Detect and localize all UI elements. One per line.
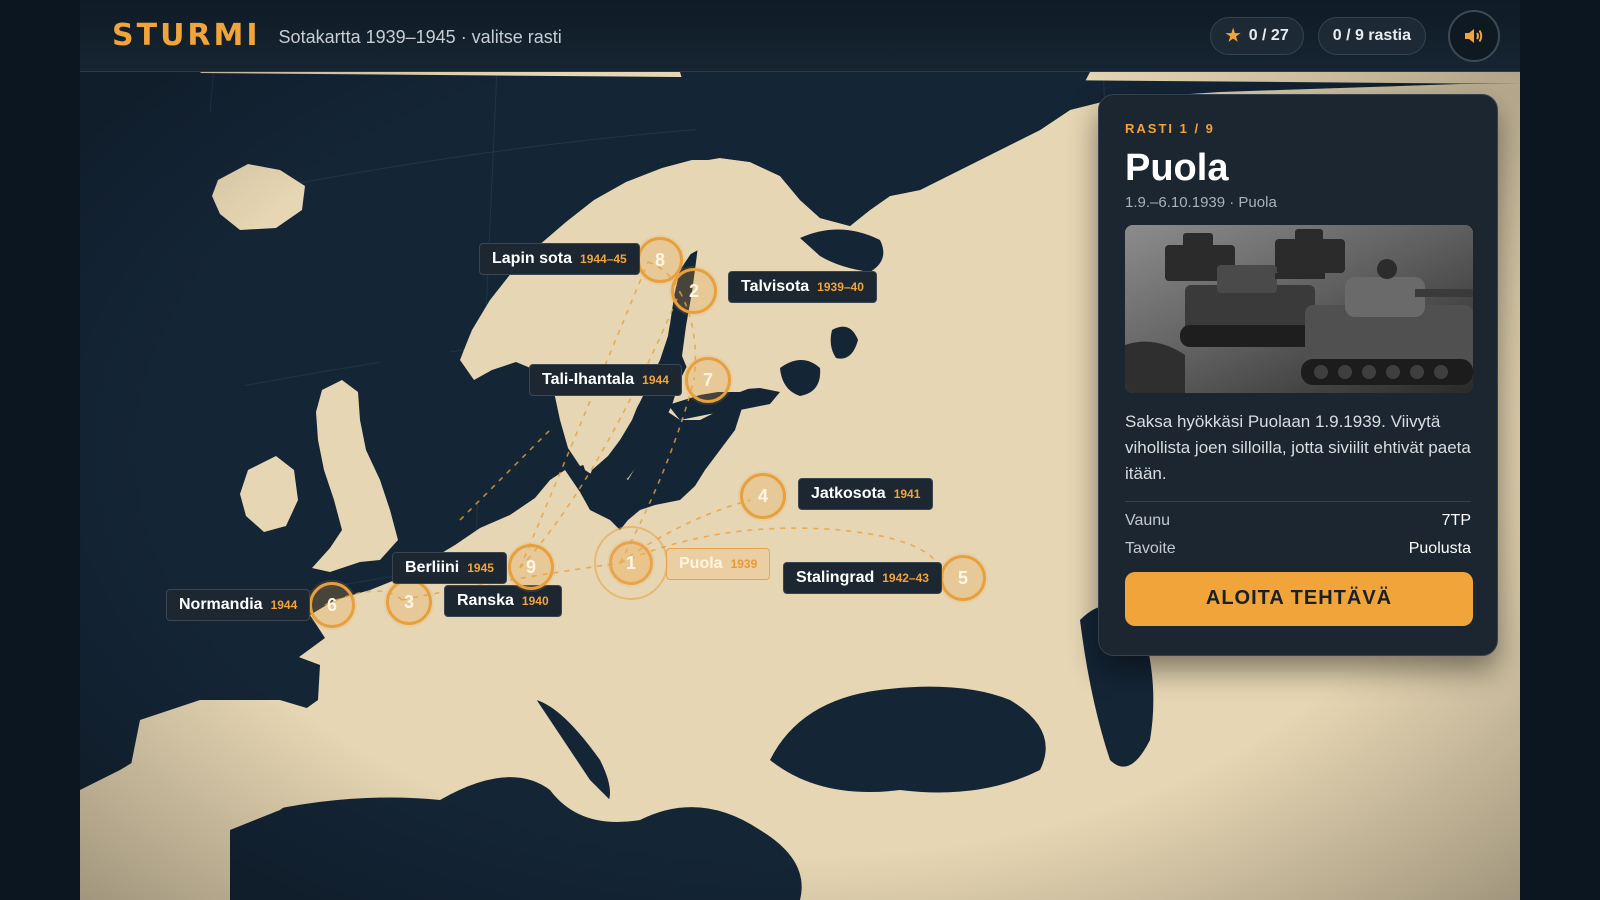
tag-label: Stalingrad xyxy=(796,569,875,586)
tag-berliini[interactable]: Berliini 1945 xyxy=(392,552,507,584)
tank-photo-image xyxy=(1125,224,1473,393)
tank-photo xyxy=(1125,224,1473,393)
tag-label: Talvisota xyxy=(741,278,810,295)
tag-normandia[interactable]: Normandia 1944 xyxy=(166,589,311,621)
tag-label: Berliini xyxy=(405,559,460,576)
tag-stalingrad[interactable]: Stalingrad 1942–43 xyxy=(783,562,942,594)
page-subtitle: Sotakartta 1939–1945 · valitse rasti xyxy=(278,27,562,47)
tag-label: Tali-Ihantala xyxy=(542,371,635,388)
tag-lapin-sota[interactable]: Lapin sota 1944–45 xyxy=(479,243,640,275)
tag-year: 1944–45 xyxy=(580,252,627,266)
mission-description: Saksa hyökkäsi Puolaan 1.9.1939. Viivytä… xyxy=(1125,411,1471,483)
marker-3[interactable]: 3 xyxy=(386,579,432,625)
tag-label: Lapin sota xyxy=(492,250,573,267)
marker-7[interactable]: 7 xyxy=(685,357,731,403)
marker-6[interactable]: 6 xyxy=(309,582,355,628)
game-stage: STURMI Sotakartta 1939–1945 · valitse ra… xyxy=(80,0,1520,900)
star-icon: ★ xyxy=(1225,25,1241,45)
marker-number: 6 xyxy=(326,594,337,615)
divider xyxy=(1125,500,1471,502)
tag-year: 1944 xyxy=(270,598,298,612)
checkpoint-value: 0 / 9 rastia xyxy=(1332,26,1411,44)
tag-label: Ranska xyxy=(457,592,514,609)
mission-date: 1.9.–6.10.1939 · Puola xyxy=(1125,193,1277,211)
speaker-icon xyxy=(1465,28,1483,43)
info-row-tavoite: Tavoite Puolusta xyxy=(1125,540,1471,558)
info-key: Tavoite xyxy=(1125,539,1176,557)
info-value: Puolusta xyxy=(1408,539,1471,557)
checkpoint-counter: 0 / 9 rastia xyxy=(1317,16,1426,55)
tag-label: Jatkosota xyxy=(811,485,886,502)
info-key: Vaunu xyxy=(1125,511,1171,529)
header-controls: ★ 0 / 27 0 / 9 rastia xyxy=(1210,9,1500,62)
marker-4[interactable]: 4 xyxy=(740,473,786,519)
info-value: 7TP xyxy=(1441,511,1471,529)
top-bar: STURMI Sotakartta 1939–1945 · valitse ra… xyxy=(80,0,1520,72)
tag-jatkosota[interactable]: Jatkosota 1941 xyxy=(798,478,934,510)
brand-logo: STURMI xyxy=(112,18,261,53)
marker-number: 2 xyxy=(688,280,699,301)
marker-9[interactable]: 9 xyxy=(508,544,554,590)
marker-number: 3 xyxy=(403,591,414,612)
marker-2[interactable]: 2 xyxy=(671,268,717,314)
marker-number: 9 xyxy=(525,556,536,577)
start-mission-button[interactable]: ALOITA TEHTÄVÄ xyxy=(1125,571,1473,626)
marker-5[interactable]: 5 xyxy=(940,555,986,601)
marker-number: 1 xyxy=(625,552,636,573)
tag-label: Puola xyxy=(679,555,723,572)
tag-year: 1939–40 xyxy=(817,280,864,294)
sound-toggle-button[interactable] xyxy=(1448,9,1500,62)
marker-number: 8 xyxy=(654,249,665,270)
tag-year: 1939 xyxy=(730,557,758,571)
stars-value: 0 / 27 xyxy=(1248,26,1289,44)
tag-puola[interactable]: Puola 1939 xyxy=(666,548,771,580)
marker-number: 5 xyxy=(957,567,968,588)
stars-counter: ★ 0 / 27 xyxy=(1210,16,1304,55)
marker-8[interactable]: 8 xyxy=(637,237,683,283)
info-row-vaunu: Vaunu 7TP xyxy=(1125,512,1471,530)
marker-number: 4 xyxy=(757,485,768,506)
step-label: RASTI 1 / 9 xyxy=(1125,121,1215,136)
marker-number: 7 xyxy=(702,369,713,390)
tag-tali-ihantala[interactable]: Tali-Ihantala 1944 xyxy=(529,364,682,396)
tag-year: 1944 xyxy=(642,373,669,387)
tag-year: 1941 xyxy=(893,487,921,501)
tag-year: 1940 xyxy=(521,594,549,608)
tag-talvisota[interactable]: Talvisota 1939–40 xyxy=(728,271,877,303)
tag-year: 1945 xyxy=(467,561,494,575)
mission-title: Puola xyxy=(1125,147,1229,189)
tag-label: Normandia xyxy=(179,596,263,613)
marker-1[interactable]: 1 xyxy=(609,541,653,585)
mission-panel: RASTI 1 / 9 Puola 1.9.–6.10.1939 · Puola xyxy=(1098,94,1498,656)
tag-ranska[interactable]: Ranska 1940 xyxy=(444,585,562,617)
tag-year: 1942–43 xyxy=(882,571,929,585)
